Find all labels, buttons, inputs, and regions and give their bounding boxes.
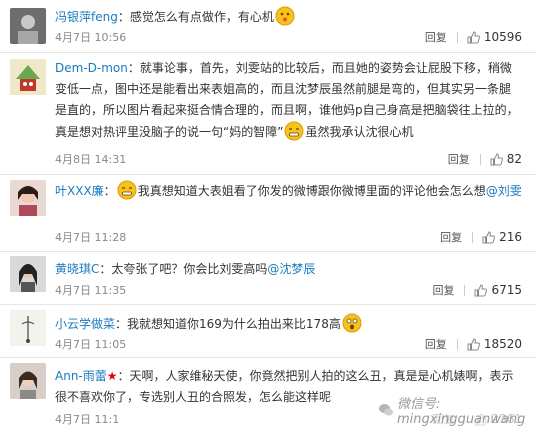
avatar[interactable]: [10, 363, 46, 399]
mention-link[interactable]: @沈梦辰: [267, 262, 315, 276]
comment-text: 叶XXX廉： 我真想知道大表姐看了你发的微博跟你微博里面的评论他会怎么想@刘雯: [55, 180, 522, 202]
comment-body: ：我就想知道你169为什么拍出来比178高: [115, 317, 341, 331]
sly-smile-emoji-icon: [275, 6, 295, 26]
avatar[interactable]: [10, 8, 46, 44]
reply-button[interactable]: 回复: [432, 282, 454, 298]
like-count: 10596: [483, 30, 522, 44]
like-count: 18520: [483, 337, 522, 351]
divider: [456, 338, 458, 350]
comment-body: ：感觉怎么有点做作，有心机: [117, 10, 274, 24]
like-count: 216: [499, 230, 522, 244]
mention-link[interactable]: @刘雯: [486, 184, 522, 198]
comment-meta: 4月7日 11:28 回复 216: [55, 229, 522, 245]
username-link[interactable]: 小云学做菜: [55, 317, 115, 331]
comment-meta: 4月7日 11:35 回复 6715: [55, 282, 522, 298]
username-link[interactable]: 冯银萍feng: [55, 10, 118, 24]
divider: [0, 52, 536, 53]
divider: [456, 31, 458, 43]
avatar[interactable]: [10, 180, 46, 216]
comment-date: 4月7日 11:35: [55, 284, 127, 297]
grimace-emoji-icon: [117, 180, 137, 200]
wechat-watermark: 微信号: mingxingguanwang: [372, 392, 536, 427]
divider: [0, 174, 536, 175]
reply-button[interactable]: 回复: [440, 229, 462, 245]
comment-date: 4月7日 11:1: [55, 413, 120, 426]
like-count: 6715: [491, 283, 522, 297]
comment-text: 黄晓琪C：太夸张了吧？你会比刘雯高吗@沈梦辰: [55, 259, 522, 280]
watermark-text: 微信号: mingxingguanwang: [397, 396, 526, 427]
comment-date: 4月7日 11:05: [55, 338, 127, 351]
comment-meta: 4月8日 14:31 回复 82: [55, 151, 522, 167]
like-count: 82: [506, 152, 522, 166]
divider: [0, 357, 536, 358]
divider: [464, 284, 466, 296]
thumbs-up-icon[interactable]: [467, 30, 480, 44]
thumbs-up-icon[interactable]: [490, 152, 503, 166]
username-link[interactable]: Ann-雨蕾: [55, 369, 107, 383]
comment-body: 虽然我承认沈很心机: [305, 125, 414, 139]
comment-body: ：: [103, 184, 116, 198]
comment-meta: 4月7日 11:05 回复 18520: [55, 336, 522, 352]
grimace-emoji-icon: [284, 121, 304, 141]
divider: [0, 251, 536, 252]
comment-text: 小云学做菜：我就想知道你169为什么拍出来比178高: [55, 313, 522, 335]
comment-date: 4月7日 11:28: [55, 231, 127, 244]
wechat-icon: [378, 402, 394, 418]
username-link[interactable]: Dem-D-mon: [55, 61, 128, 75]
comment-body: 我真想知道大表姐看了你发的微博跟你微博里面的评论他会怎么想: [137, 184, 486, 198]
comment-date: 4月7日 10:56: [55, 31, 127, 44]
comment-text: Dem-D-mon：就事论事，首先，刘雯站的比较后，而且她的姿势会让屁股下移，稍…: [55, 58, 522, 143]
comment-date: 4月8日 14:31: [55, 153, 127, 166]
divider: [0, 304, 536, 305]
avatar[interactable]: [10, 310, 46, 346]
avatar[interactable]: [10, 256, 46, 292]
username-link[interactable]: 叶XXX廉: [55, 184, 104, 198]
reply-button[interactable]: 回复: [448, 151, 470, 167]
avatar[interactable]: [10, 59, 46, 95]
thumbs-up-icon[interactable]: [482, 230, 496, 244]
username-link[interactable]: 黄晓琪C: [55, 262, 99, 276]
comment-meta: 4月7日 10:56 回复 10596: [55, 29, 522, 45]
divider: [472, 231, 474, 243]
comment-body: ：太夸张了吧？你会比刘雯高吗: [99, 262, 268, 276]
thumbs-up-icon[interactable]: [467, 337, 480, 351]
shocked-emoji-icon: [342, 313, 362, 333]
vip-star-icon: ★: [106, 369, 118, 383]
comment-text: 冯银萍feng：感觉怎么有点做作，有心机: [55, 6, 522, 28]
reply-button[interactable]: 回复: [425, 29, 447, 45]
reply-button[interactable]: 回复: [425, 336, 447, 352]
thumbs-up-icon[interactable]: [474, 283, 488, 297]
divider: [479, 153, 481, 165]
